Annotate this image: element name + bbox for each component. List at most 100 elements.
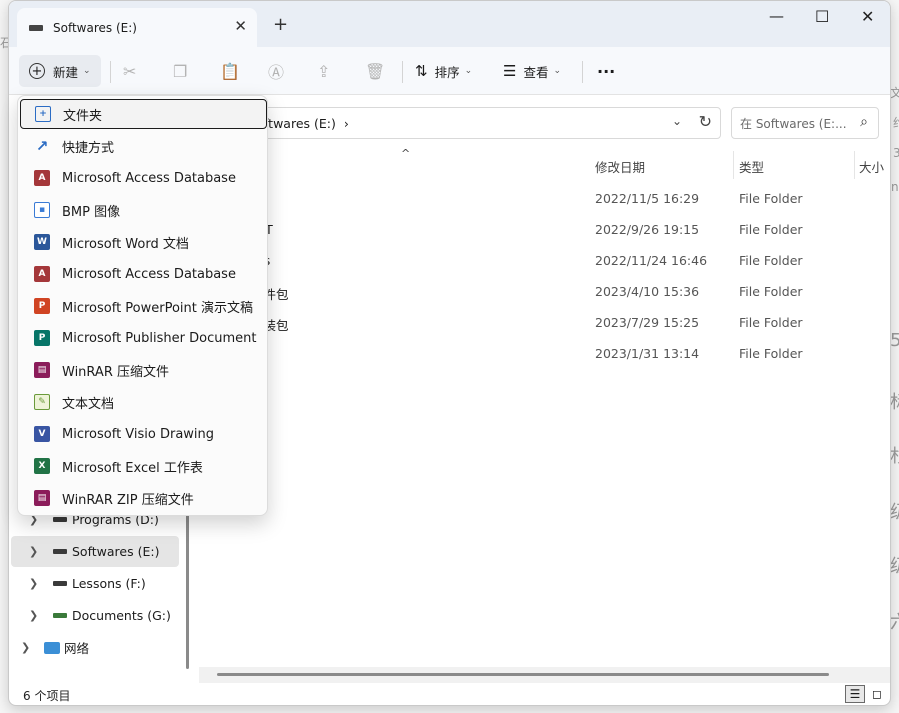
table-row[interactable]: 安装包 2023/7/29 15:25 File Folder bbox=[199, 307, 879, 338]
access-icon: A bbox=[34, 170, 50, 186]
column-header-type[interactable]: 类型 bbox=[739, 157, 764, 176]
more-options-button[interactable]: ··· bbox=[597, 55, 615, 87]
text-document-icon: ✎ bbox=[34, 394, 50, 410]
menu-item-label: Microsoft Visio Drawing bbox=[62, 426, 215, 442]
nav-item-softwares[interactable]: ❯ Softwares (E:) bbox=[11, 536, 179, 567]
copy-icon[interactable]: ❐ bbox=[173, 55, 187, 87]
refresh-icon[interactable]: ↻ bbox=[699, 112, 712, 131]
expand-chevron-icon[interactable]: ❯ bbox=[29, 577, 38, 590]
tab-softwares[interactable]: Softwares (E:) ✕ bbox=[17, 8, 257, 47]
address-dropdown-icon[interactable]: ⌄ bbox=[672, 114, 682, 128]
table-row[interactable]: M-T 2022/9/26 19:15 File Folder bbox=[199, 214, 879, 245]
nav-item-lessons[interactable]: ❯ Lessons (F:) bbox=[11, 568, 179, 599]
paste-icon[interactable]: 📋 bbox=[220, 55, 240, 87]
bmp-image-icon: ▪ bbox=[34, 202, 50, 218]
rename-icon[interactable]: Ⓐ bbox=[268, 55, 284, 87]
folder-plus-icon: + bbox=[35, 106, 51, 122]
minimize-button[interactable]: — bbox=[769, 7, 784, 25]
nav-item-network[interactable]: ❯ 网络 bbox=[11, 632, 179, 663]
background-text: 级 bbox=[890, 498, 899, 524]
column-header-date[interactable]: 修改日期 bbox=[595, 157, 645, 176]
menu-item-label: Microsoft Access Database bbox=[62, 170, 236, 186]
menu-item-word[interactable]: W Microsoft Word 文档 bbox=[20, 227, 267, 257]
sort-icon: ⇅ bbox=[415, 62, 428, 80]
search-icon: ⌕ bbox=[860, 114, 868, 130]
nav-label: Lessons (F:) bbox=[72, 576, 146, 591]
tiles-view-icon[interactable]: ◻ bbox=[867, 685, 887, 703]
tab-title: Softwares (E:) bbox=[53, 20, 137, 35]
share-icon[interactable]: ⇪ bbox=[317, 55, 330, 87]
new-button-label: 新建 bbox=[53, 64, 79, 80]
expand-chevron-icon[interactable]: ❯ bbox=[21, 641, 30, 654]
menu-item-label: WinRAR 压缩文件 bbox=[62, 364, 169, 380]
new-tab-button[interactable]: + bbox=[273, 14, 288, 35]
vertical-scrollbar[interactable] bbox=[186, 501, 189, 669]
visio-icon: V bbox=[34, 426, 50, 442]
row-type: File Folder bbox=[739, 191, 803, 206]
network-drive-icon bbox=[53, 613, 67, 618]
plus-circle-icon: + bbox=[29, 63, 45, 79]
menu-item-winrar-zip[interactable]: ▤ WinRAR ZIP 压缩文件 bbox=[20, 483, 267, 513]
menu-item-text-document[interactable]: ✎ 文本文档 bbox=[20, 387, 267, 417]
expand-chevron-icon[interactable]: ❯ bbox=[29, 609, 38, 622]
item-count: 6 个项目 bbox=[23, 689, 71, 703]
command-bar: + 新建 ⌄ ✂ ❐ 📋 Ⓐ ⇪ 🗑 ⇅ 排序 ⌄ ☰ 查看 ⌄ ··· bbox=[9, 47, 890, 95]
maximize-button[interactable]: ☐ bbox=[815, 7, 829, 26]
toolbar-divider bbox=[110, 61, 111, 83]
menu-item-label: Microsoft Publisher Document bbox=[62, 330, 257, 346]
sort-button[interactable]: ⇅ 排序 ⌄ bbox=[415, 55, 472, 87]
toolbar-divider bbox=[582, 61, 583, 83]
menu-item-label: WinRAR ZIP 压缩文件 bbox=[62, 492, 194, 508]
nav-label: Softwares (E:) bbox=[72, 544, 160, 559]
shortcut-arrow-icon: ↗ bbox=[35, 137, 49, 155]
nav-item-documents[interactable]: ❯ Documents (G:) bbox=[11, 600, 179, 631]
menu-item-winrar[interactable]: ▤ WinRAR 压缩文件 bbox=[20, 355, 267, 385]
menu-item-publisher[interactable]: P Microsoft Publisher Document bbox=[20, 323, 267, 353]
column-divider[interactable] bbox=[733, 151, 734, 179]
search-input[interactable]: 在 Softwares (E:... ⌕ bbox=[731, 107, 879, 139]
chevron-down-icon: ⌄ bbox=[553, 66, 562, 76]
table-row[interactable]: 2022/11/5 16:29 File Folder bbox=[199, 183, 879, 214]
close-window-button[interactable]: ✕ bbox=[861, 7, 874, 26]
word-icon: W bbox=[34, 234, 50, 250]
menu-item-label: Microsoft Access Database bbox=[62, 266, 236, 282]
row-date: 2022/11/24 16:46 bbox=[595, 253, 708, 268]
new-button[interactable]: + 新建 ⌄ bbox=[19, 55, 101, 87]
menu-item-folder[interactable]: + 文件夹 bbox=[20, 99, 267, 129]
excel-icon: X bbox=[34, 458, 50, 474]
menu-item-excel[interactable]: X Microsoft Excel 工作表 bbox=[20, 451, 267, 481]
nav-label: 网络 bbox=[64, 641, 90, 656]
breadcrumb-chevron-icon[interactable]: › bbox=[344, 116, 349, 131]
winrar-icon: ▤ bbox=[34, 362, 50, 378]
toolbar-divider bbox=[402, 61, 403, 83]
expand-chevron-icon[interactable]: ❯ bbox=[29, 545, 38, 558]
menu-item-access[interactable]: A Microsoft Access Database bbox=[20, 163, 267, 193]
search-placeholder: 在 Softwares (E:... bbox=[740, 116, 847, 131]
horizontal-scrollbar[interactable] bbox=[217, 673, 829, 676]
column-divider[interactable] bbox=[854, 151, 855, 179]
view-button[interactable]: ☰ 查看 ⌄ bbox=[503, 55, 561, 87]
view-label: 查看 bbox=[523, 64, 549, 80]
publisher-icon: P bbox=[34, 330, 50, 346]
menu-item-bmp[interactable]: ▪ BMP 图像 bbox=[20, 195, 267, 225]
menu-item-label: 文件夹 bbox=[63, 108, 103, 124]
menu-item-shortcut[interactable]: ↗ 快捷方式 bbox=[20, 131, 267, 161]
row-date: 2023/7/29 15:25 bbox=[595, 315, 700, 330]
table-row[interactable]: 文件包 2023/4/10 15:36 File Folder bbox=[199, 276, 879, 307]
close-tab-icon[interactable]: ✕ bbox=[234, 17, 247, 35]
menu-item-access[interactable]: A Microsoft Access Database bbox=[20, 259, 267, 289]
delete-icon[interactable]: 🗑 bbox=[365, 55, 385, 87]
row-type: File Folder bbox=[739, 253, 803, 268]
sort-label: 排序 bbox=[434, 64, 460, 80]
cut-icon[interactable]: ✂ bbox=[123, 55, 136, 87]
menu-item-visio[interactable]: V Microsoft Visio Drawing bbox=[20, 419, 267, 449]
background-text: 杉 bbox=[890, 442, 899, 468]
menu-item-powerpoint[interactable]: P Microsoft PowerPoint 演示文稿 bbox=[20, 291, 267, 321]
details-view-icon[interactable]: ☰ bbox=[845, 685, 865, 703]
menu-item-label: 快捷方式 bbox=[62, 140, 115, 156]
table-row[interactable]: ors 2022/11/24 16:46 File Folder bbox=[199, 245, 879, 276]
address-bar[interactable]: ftwares (E:) › ⌄ ↻ bbox=[249, 107, 721, 139]
column-header-size[interactable]: 大小 bbox=[859, 157, 884, 176]
chevron-down-icon: ⌄ bbox=[83, 66, 91, 76]
table-row[interactable]: 2023/1/31 13:14 File Folder bbox=[199, 338, 879, 369]
